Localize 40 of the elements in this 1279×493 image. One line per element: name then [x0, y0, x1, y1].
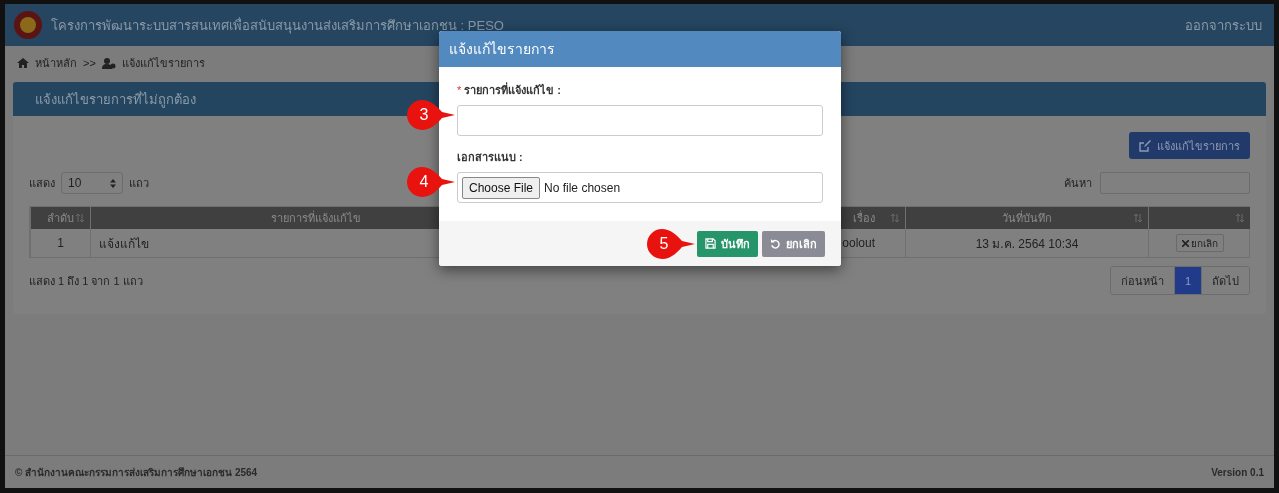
emblem-logo: [13, 10, 43, 40]
column-header[interactable]: ลำดับ: [30, 207, 90, 229]
field-label: เอกสารแนบ :: [457, 150, 524, 165]
caret-icon: [110, 178, 116, 188]
breadcrumb-link[interactable]: หน้าหลัก: [35, 54, 77, 72]
table-cell: 1: [30, 229, 90, 257]
copyright-text: © สำนักงานคณะกรรมการส่งเสริมการศึกษาเอกชน 2564: [15, 465, 258, 480]
breadcrumb-current: แจ้งแก้ไขรายการ: [121, 56, 205, 71]
dialog-title: แจ้งแก้ไขรายการ: [439, 31, 841, 67]
rows-select[interactable]: 10: [61, 172, 123, 194]
input-field[interactable]: [457, 105, 823, 136]
choose-file-button[interactable]: Choose File: [462, 176, 541, 199]
sort-icon: [1134, 213, 1142, 223]
breadcrumb-separator: >>: [83, 57, 96, 69]
undo-icon: [770, 238, 781, 249]
save-button[interactable]: บันทึก: [697, 230, 758, 257]
file-input[interactable]: Choose File No file chosen: [457, 172, 823, 203]
user-gear-icon: [101, 57, 116, 69]
length-label: แสดง: [29, 176, 55, 191]
cancel-button[interactable]: ยกเลิก: [762, 230, 825, 257]
report-button[interactable]: แจ้งแก้ไขรายการ: [1129, 132, 1250, 159]
logout-link[interactable]: ออกจากระบบ: [1185, 14, 1262, 36]
home-icon: [17, 58, 29, 68]
sort-icon: [891, 213, 899, 223]
cancel-row-button[interactable]: ยกเลิก: [1175, 234, 1224, 252]
save-icon: [705, 238, 716, 249]
column-header[interactable]: วันที่บันทึก: [905, 207, 1148, 229]
close-icon: [1181, 239, 1189, 247]
column-header[interactable]: [1148, 207, 1250, 229]
version-text: Version 0.1: [1211, 466, 1264, 478]
search-label: ค้นหา: [1064, 176, 1092, 191]
sort-icon: [1236, 213, 1244, 223]
edit-icon: [1139, 139, 1151, 152]
sort-icon: [76, 213, 84, 223]
next-page-button[interactable]: ถัดไป: [1201, 267, 1249, 294]
field-label: * รายการที่แจ้งแก้ไข :: [457, 81, 562, 98]
length-label: แถว: [129, 176, 149, 191]
page-button[interactable]: 1: [1173, 267, 1201, 294]
table-info: แสดง 1 ถึง 1 จาก 1 แถว: [29, 273, 143, 289]
table-cell: 13 ม.ค. 2564 10:34: [905, 229, 1148, 257]
